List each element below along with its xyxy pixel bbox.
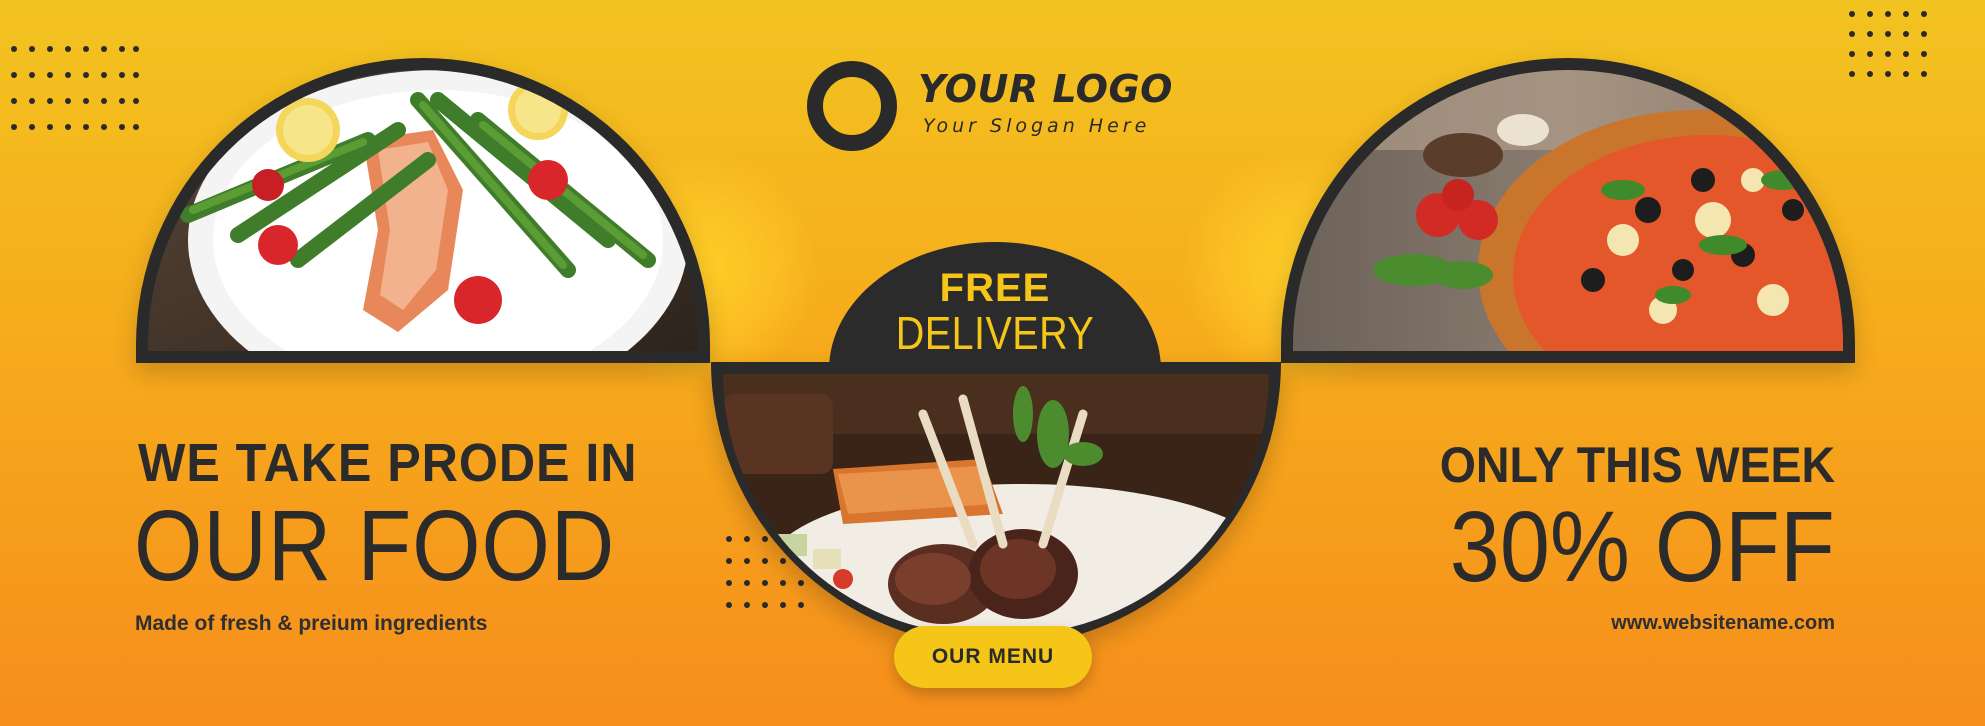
left-subtext: Made of fresh & preium ingredients: [135, 612, 488, 635]
badge-line-free: FREE: [939, 266, 1051, 310]
left-food-frame: [136, 58, 710, 363]
right-food-frame: [1281, 58, 1855, 363]
logo-title: YOUR LOGO: [918, 67, 1173, 111]
discount-text: 30% OFF: [1449, 491, 1835, 603]
right-headline: ONLY THIS WEEK: [1439, 437, 1835, 493]
left-headline: WE TAKE PRODE IN: [138, 433, 638, 493]
badge-line-delivery: DELIVERY: [895, 307, 1095, 359]
ring-icon: [807, 61, 897, 151]
dot-grid-top-right: [1848, 10, 1938, 80]
our-menu-button[interactable]: OUR MENU: [894, 626, 1092, 688]
logo-slogan: Your Slogan Here: [923, 115, 1151, 137]
salmon-asparagus-image: [148, 70, 698, 351]
left-big-text: OUR FOOD: [134, 490, 616, 602]
website-link[interactable]: www.websitename.com: [1611, 612, 1835, 635]
free-delivery-badge: FREE DELIVERY: [829, 242, 1161, 370]
dot-grid-top-left: [10, 45, 140, 135]
pizza-image: [1293, 70, 1843, 351]
